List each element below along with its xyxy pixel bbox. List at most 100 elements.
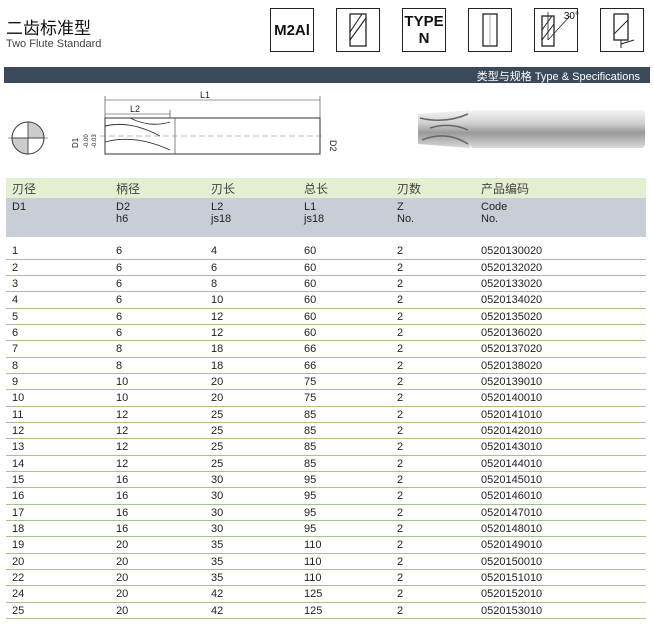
table-cell: 19 [6,536,110,554]
table-cell: 66 [298,340,391,358]
table-cell: 8 [110,340,205,358]
center-cut-icon [600,8,644,52]
table-cell: 10 [110,389,205,407]
table-cell: 110 [298,569,391,587]
table-cell: 20 [6,553,110,571]
table-cell: 0520136020 [475,324,646,342]
table-cell: 16 [6,487,110,505]
table-cell: 10 [205,291,298,309]
table-cell: 2 [391,536,475,554]
table-cell: 0520145010 [475,471,646,489]
header-en-d2: D2 h6 [110,198,205,237]
table-cell: 0520150010 [475,553,646,571]
table-cell: 30 [205,471,298,489]
table-cell: 2 [391,259,475,276]
table-cell: 85 [298,455,391,472]
table-cell: 2 [391,438,475,456]
tol-bottom-label: -0.03 [92,134,98,148]
table-cell: 75 [298,373,391,391]
table-cell: 95 [298,487,391,505]
table-cell: 9 [6,373,110,391]
spec-bar: 类型与规格 Type & Specifications [4,67,650,83]
table-cell: 12 [110,422,205,440]
table-cell: 6 [110,324,205,342]
table-row: 6 6 12 60 2 0520136020 [6,324,646,342]
table-cell: 8 [6,357,110,374]
table-row: 2 6 6 60 2 0520132020 [6,259,646,276]
spec-table: 刃径 柄径 刃长 总长 刃数 产品编码 D1 D2 h6 L2 js18 L1 js1… [6,178,646,620]
header-en-z: Z No. [391,198,475,237]
table-cell: 2 [391,275,475,293]
table-cell: 125 [298,585,391,603]
table-cell: 75 [298,389,391,407]
table-cell: 2 [391,569,475,587]
table-row: 4 6 10 60 2 0520134020 [6,291,646,309]
page-title-cn: 二齿标准型 [6,19,91,38]
table-row: 24 20 42 125 2 0520152010 [6,585,646,603]
table-cell: 10 [6,389,110,407]
table-cell: 42 [205,602,298,620]
table-cell: 22 [6,569,110,587]
table-cell: 42 [205,585,298,603]
table-cell: 2 [391,291,475,309]
table-cell: 60 [298,308,391,325]
table-cell: 0520147010 [475,504,646,522]
table-row: 8 8 18 66 2 0520138020 [6,357,646,374]
table-cell: 14 [6,455,110,472]
table-cell: 2 [391,504,475,522]
table-cell: 2 [391,602,475,620]
table-cell: 2 [391,422,475,440]
table-cell: 0520139010 [475,373,646,391]
table-cell: 0520152010 [475,585,646,603]
type-badge: TYPE N [402,8,446,52]
table-row: 1 6 4 60 2 0520130020 [6,237,646,260]
table-cell: 6 [110,275,205,293]
table-cell: 12 [205,308,298,325]
table-cell: 20 [110,569,205,587]
l2-label: L2 [130,104,140,114]
table-cell: 0520149010 [475,536,646,554]
helix-angle-icon: 30° [534,8,579,52]
table-cell: 2 [391,237,475,260]
table-cell: 12 [110,438,205,456]
header-cn-z: 刃数 [391,178,475,198]
table-cell: 6 [6,324,110,342]
table-row: 18 16 30 95 2 0520148010 [6,520,646,538]
table-cell: 2 [391,340,475,358]
table-cell: 17 [6,504,110,522]
page-title-en: Two Flute Standard [6,38,102,50]
table-cell: 30 [205,487,298,505]
table-cell: 24 [6,585,110,603]
table-row: 20 20 35 110 2 0520150010 [6,553,646,571]
end-view-icon [8,121,48,155]
header-cn-l1: 总长 [298,178,391,198]
tool-photo [418,110,645,148]
table-cell: 2 [6,259,110,276]
table-cell: 2 [391,585,475,603]
table-header-en: D1 D2 h6 L2 js18 L1 js18 Z No. Code No. [6,198,646,237]
table-cell: 0520148010 [475,520,646,538]
table-cell: 60 [298,237,391,260]
table-cell: 25 [205,422,298,440]
table-cell: 35 [205,569,298,587]
header-cn-d1: 刃径 [6,178,110,198]
table-cell: 30 [205,520,298,538]
table-row: 22 20 35 110 2 0520151010 [6,569,646,587]
table-cell: 6 [110,259,205,276]
table-header-cn: 刃径 柄径 刃长 总长 刃数 产品编码 [6,178,646,198]
header-cn-d2: 柄径 [110,178,205,198]
header-cn-l2: 刃长 [205,178,298,198]
helix-angle-label: 30° [563,11,579,22]
table-cell: 85 [298,438,391,456]
header-en-l2: L2 js18 [205,198,298,237]
table-cell: 95 [298,504,391,522]
d1-label: D1 [71,137,80,148]
table-row: 13 12 25 85 2 0520143010 [6,438,646,456]
table-cell: 2 [391,308,475,325]
table-cell: 6 [110,308,205,325]
table-row: 14 12 25 85 2 0520144010 [6,455,646,472]
table-cell: 2 [391,406,475,423]
table-cell: 110 [298,553,391,571]
table-cell: 25 [205,406,298,423]
table-cell: 16 [110,471,205,489]
